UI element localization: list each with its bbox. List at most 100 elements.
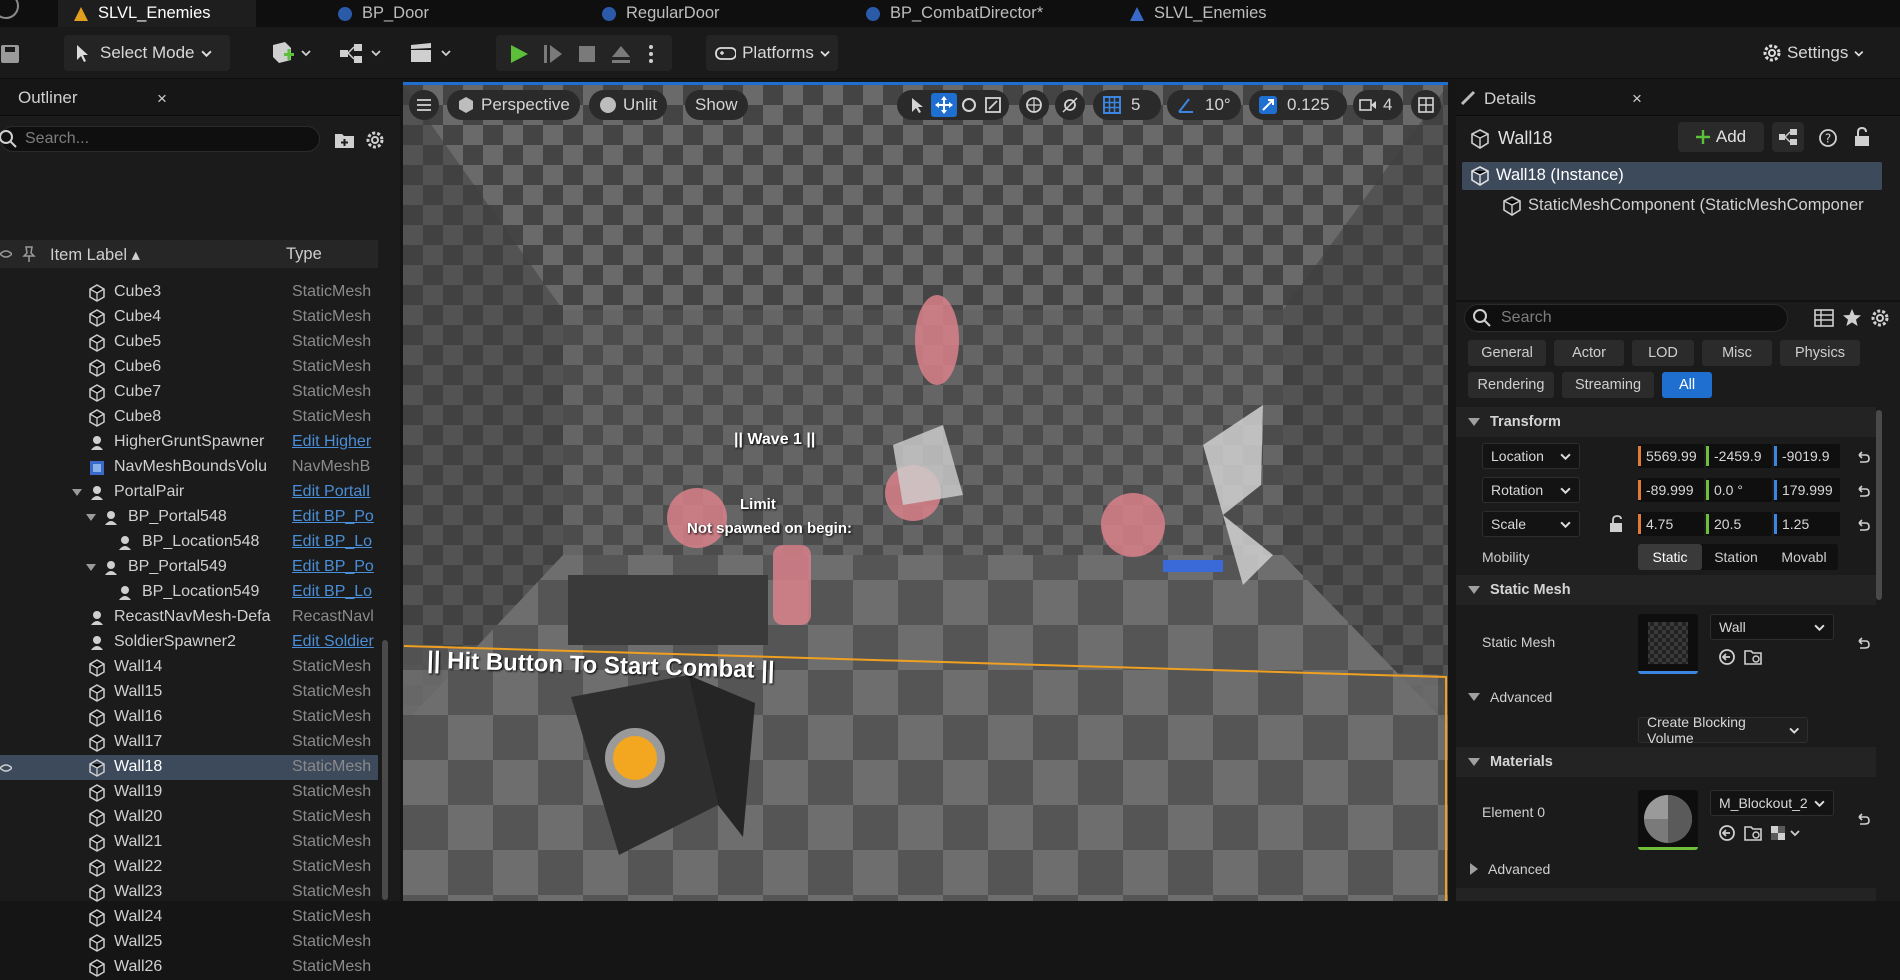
outliner-row[interactable]: Cube3 StaticMesh [0,280,378,305]
expand-icon[interactable] [86,564,96,571]
outliner-row[interactable]: Cube7 StaticMesh [0,380,378,405]
outliner-row[interactable]: Wall18 StaticMesh [0,755,378,780]
outliner-row[interactable]: Cube6 StaticMesh [0,355,378,380]
outliner-scrollbar[interactable] [382,640,388,900]
static-mesh-asset-dropdown[interactable]: Wall [1710,614,1834,640]
blueprint-menu-icon[interactable] [338,41,386,65]
camera-speed-button[interactable]: 4 [1353,90,1403,120]
rotation-snap-button[interactable]: 10° [1167,90,1241,120]
pin-icon[interactable] [22,246,36,262]
expand-icon[interactable] [72,489,82,496]
tab-slvl-enemies[interactable]: SLVL_Enemies [58,0,256,27]
perspective-button[interactable]: Perspective [447,90,580,120]
more-options-icon[interactable] [646,43,656,65]
mobility-movable[interactable]: Movabl [1770,544,1838,570]
use-selected-icon[interactable] [1718,824,1736,842]
coordinate-system-button[interactable] [1019,90,1049,120]
rotate-tool-icon[interactable] [961,97,977,113]
outliner-row[interactable]: BP_Location548 Edit BP_Lo [0,530,378,555]
gear-icon[interactable] [1870,308,1890,328]
reset-icon[interactable] [1856,518,1870,532]
static-mesh-thumbnail[interactable] [1638,614,1698,674]
edit-blueprint-link[interactable]: Edit BP_Po [292,558,378,576]
reset-icon[interactable] [1856,484,1870,498]
filter-tab-streaming[interactable]: Streaming [1562,372,1654,398]
browse-icon[interactable] [1744,648,1764,666]
scale-x-field[interactable]: 4.75 [1638,512,1704,536]
item-label-column-header[interactable]: Item Label ▴ [50,245,140,265]
select-mode-button[interactable]: Select Mode [64,35,230,71]
outliner-row[interactable]: Wall20 StaticMesh [0,805,378,830]
close-icon[interactable]: × [157,89,167,109]
outliner-row[interactable]: Wall17 StaticMesh [0,730,378,755]
reset-icon[interactable] [1856,450,1870,464]
browse-icon[interactable] [1744,824,1764,842]
material-thumbnail[interactable] [1638,790,1698,850]
lock-icon[interactable] [1852,127,1872,147]
outliner-row[interactable]: Wall19 StaticMesh [0,780,378,805]
visibility-icon[interactable] [0,248,12,260]
filter-tab-general[interactable]: General [1468,340,1546,366]
outliner-row[interactable]: Wall26 StaticMesh [0,955,378,980]
outliner-row[interactable]: BP_Portal549 Edit BP_Po [0,555,378,580]
outliner-row[interactable]: Wall24 StaticMesh [0,905,378,930]
material-asset-dropdown[interactable]: M_Blockout_2 [1710,790,1834,816]
tab-bp-door[interactable]: BP_Door [322,0,429,27]
texture-menu-icon[interactable] [1770,824,1802,842]
tab-bp-combat-director[interactable]: BP_CombatDirector* [850,0,1043,27]
edit-blueprint-link[interactable]: Edit BP_Lo [292,533,378,551]
transform-section-header[interactable]: Transform [1456,407,1876,437]
settings-button[interactable]: Settings [1752,35,1872,71]
close-icon[interactable]: × [1632,89,1642,109]
table-view-icon[interactable] [1814,309,1834,327]
use-selected-icon[interactable] [1718,648,1736,666]
materials-section-header[interactable]: Materials [1456,747,1876,777]
select-tool-icon[interactable] [909,97,925,113]
filter-tab-lod[interactable]: LOD [1632,340,1694,366]
rotation-y-field[interactable]: 0.0 ° [1706,478,1772,502]
star-icon[interactable] [1842,308,1862,328]
edit-blueprint-link[interactable]: Edit PortalI [292,483,378,501]
filter-tab-all[interactable]: All [1662,372,1712,398]
filter-tab-physics[interactable]: Physics [1780,340,1860,366]
location-z-field[interactable]: -9019.9 [1774,444,1840,468]
outliner-row[interactable]: Cube5 StaticMesh [0,330,378,355]
location-y-field[interactable]: -2459.9 [1706,444,1772,468]
surface-snap-button[interactable] [1055,90,1085,120]
details-scrollbar[interactable] [1876,410,1882,600]
filter-tab-misc[interactable]: Misc [1702,340,1772,366]
edit-blueprint-link[interactable]: Edit Higher [292,433,378,451]
grid-snap-button[interactable]: 5 [1093,90,1161,120]
ue-logo-icon[interactable] [0,0,22,20]
platforms-button[interactable]: Platforms [706,35,838,71]
rotation-x-field[interactable]: -89.999 [1638,478,1704,502]
scale-snap-button[interactable]: 0.125 [1249,90,1347,120]
outliner-row[interactable]: RecastNavMesh-Defa RecastNavl [0,605,378,630]
component-static-mesh-row[interactable]: StaticMeshComponent (StaticMeshComponer [1462,192,1882,220]
stop-icon[interactable] [576,43,598,65]
play-icon[interactable] [508,43,530,65]
location-dropdown[interactable]: Location [1482,443,1580,469]
component-instance-row[interactable]: Wall18 (Instance) [1462,162,1882,190]
blueprint-convert-button[interactable] [1772,122,1804,152]
edit-blueprint-link[interactable]: Edit BP_Lo [292,583,378,601]
tab-regular-door[interactable]: RegularDoor [586,0,720,27]
outliner-row[interactable]: NavMeshBoundsVolu NavMeshB [0,455,378,480]
rotation-dropdown[interactable]: Rotation [1482,477,1580,503]
details-search-input[interactable]: Search [1464,304,1788,332]
eject-icon[interactable] [610,43,632,65]
outliner-row[interactable]: HigherGruntSpawner Edit Higher [0,430,378,455]
filter-tab-rendering[interactable]: Rendering [1468,372,1554,398]
layout-button[interactable] [1411,90,1441,120]
scale-tool-icon[interactable] [985,97,1001,113]
outliner-row[interactable]: BP_Location549 Edit BP_Lo [0,580,378,605]
reset-icon[interactable] [1856,812,1870,826]
outliner-row[interactable]: BP_Portal548 Edit BP_Po [0,505,378,530]
mobility-static[interactable]: Static [1638,544,1702,570]
outliner-row[interactable]: SoldierSpawner2 Edit Soldier [0,630,378,655]
outliner-row[interactable]: Wall16 StaticMesh [0,705,378,730]
advanced-materials-row[interactable]: Advanced [1456,856,1876,882]
rotation-z-field[interactable]: 179.999 [1774,478,1840,502]
view-mode-button[interactable]: Unlit [589,90,668,120]
advanced-static-mesh-row[interactable]: Advanced [1456,684,1876,710]
